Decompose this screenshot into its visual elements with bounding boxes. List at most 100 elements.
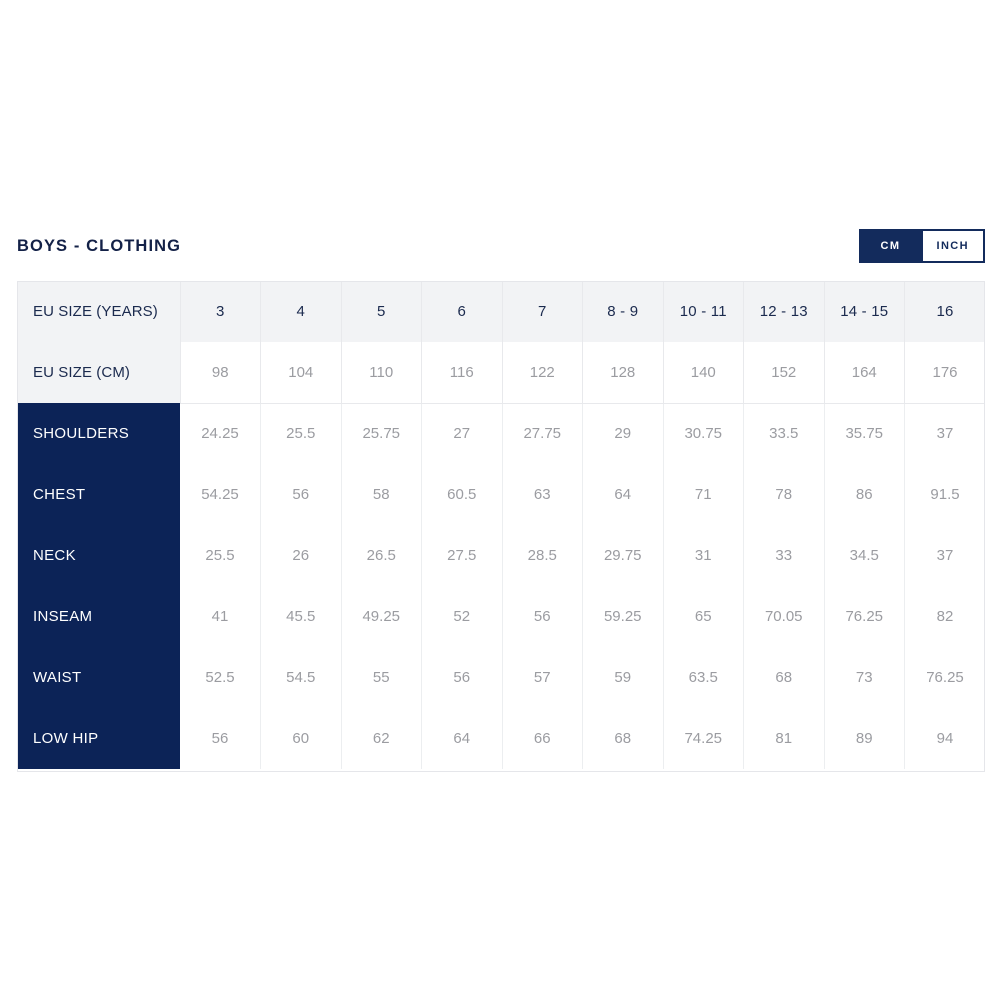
cell-low-hip-4: 64	[421, 708, 503, 769]
cell-chest-1: 54.25	[180, 464, 261, 525]
row-label-inseam: INSEAM	[17, 586, 180, 647]
cell-shoulders-7: 30.75	[663, 403, 744, 464]
cell-cm-10: 176	[904, 342, 985, 404]
cell-waist-4: 56	[421, 647, 503, 708]
row-label-waist: WAIST	[17, 647, 180, 708]
cell-waist-5: 57	[502, 647, 583, 708]
table-row-chest: CHEST 54.25 56 58 60.5 63 64 71 78 86 91…	[17, 464, 985, 525]
table-row-shoulders: SHOULDERS 24.25 25.5 25.75 27 27.75 29 3…	[17, 403, 985, 464]
cell-shoulders-9: 35.75	[824, 403, 905, 464]
cell-neck-4: 27.5	[421, 525, 503, 586]
cell-neck-9: 34.5	[824, 525, 905, 586]
cell-low-hip-6: 68	[582, 708, 664, 769]
cell-cm-4: 116	[421, 342, 503, 404]
cell-cm-8: 152	[743, 342, 825, 404]
cell-low-hip-5: 66	[502, 708, 583, 769]
table-row-neck: NECK 25.5 26 26.5 27.5 28.5 29.75 31 33 …	[17, 525, 985, 586]
cell-years-3: 5	[341, 281, 422, 342]
row-label-shoulders: SHOULDERS	[17, 403, 180, 464]
unit-toggle[interactable]: CM INCH	[858, 229, 985, 263]
cell-waist-3: 55	[341, 647, 422, 708]
chart-header: BOYS - CLOTHING CM INCH	[17, 226, 985, 266]
cell-neck-2: 26	[260, 525, 342, 586]
cell-shoulders-2: 25.5	[260, 403, 342, 464]
cell-years-1: 3	[180, 281, 261, 342]
cell-low-hip-9: 89	[824, 708, 905, 769]
cell-neck-8: 33	[743, 525, 825, 586]
cell-cm-7: 140	[663, 342, 744, 404]
cell-chest-4: 60.5	[421, 464, 503, 525]
cell-inseam-9: 76.25	[824, 586, 905, 647]
cell-years-8: 12 - 13	[743, 281, 825, 342]
cell-low-hip-2: 60	[260, 708, 342, 769]
unit-toggle-cm[interactable]: CM	[860, 231, 921, 261]
page-title: BOYS - CLOTHING	[17, 236, 182, 255]
cell-low-hip-3: 62	[341, 708, 422, 769]
cell-inseam-1: 41	[180, 586, 261, 647]
row-label-low-hip: LOW HIP	[17, 708, 180, 769]
cell-shoulders-4: 27	[421, 403, 503, 464]
cell-cm-1: 98	[180, 342, 261, 404]
cell-waist-1: 52.5	[180, 647, 261, 708]
cell-inseam-10: 82	[904, 586, 985, 647]
table-row-inseam: INSEAM 41 45.5 49.25 52 56 59.25 65 70.0…	[17, 586, 985, 647]
cell-inseam-6: 59.25	[582, 586, 664, 647]
cell-years-7: 10 - 11	[663, 281, 744, 342]
cell-chest-9: 86	[824, 464, 905, 525]
cell-inseam-8: 70.05	[743, 586, 825, 647]
cell-chest-3: 58	[341, 464, 422, 525]
size-chart-table: EU SIZE (YEARS) 3 4 5 6 7 8 - 9 10 - 11 …	[17, 281, 985, 769]
cell-years-2: 4	[260, 281, 342, 342]
cell-inseam-2: 45.5	[260, 586, 342, 647]
cell-cm-9: 164	[824, 342, 905, 404]
cell-chest-10: 91.5	[904, 464, 985, 525]
cell-chest-7: 71	[663, 464, 744, 525]
cell-cm-5: 122	[502, 342, 583, 404]
cell-low-hip-7: 74.25	[663, 708, 744, 769]
cell-years-9: 14 - 15	[824, 281, 905, 342]
cell-shoulders-10: 37	[904, 403, 985, 464]
table-row-eu-size-years: EU SIZE (YEARS) 3 4 5 6 7 8 - 9 10 - 11 …	[17, 281, 985, 342]
cell-inseam-7: 65	[663, 586, 744, 647]
cell-cm-3: 110	[341, 342, 422, 404]
cell-inseam-5: 56	[502, 586, 583, 647]
cell-waist-6: 59	[582, 647, 664, 708]
cell-chest-2: 56	[260, 464, 342, 525]
cell-neck-5: 28.5	[502, 525, 583, 586]
cell-waist-8: 68	[743, 647, 825, 708]
cell-neck-1: 25.5	[180, 525, 261, 586]
cell-chest-5: 63	[502, 464, 583, 525]
cell-waist-2: 54.5	[260, 647, 342, 708]
cell-inseam-4: 52	[421, 586, 503, 647]
cell-neck-3: 26.5	[341, 525, 422, 586]
table-row-eu-size-cm: EU SIZE (CM) 98 104 110 116 122 128 140 …	[17, 342, 985, 404]
row-label-neck: NECK	[17, 525, 180, 586]
cell-waist-10: 76.25	[904, 647, 985, 708]
cell-cm-6: 128	[582, 342, 664, 404]
cell-years-6: 8 - 9	[582, 281, 664, 342]
cell-chest-8: 78	[743, 464, 825, 525]
table-row-low-hip: LOW HIP 56 60 62 64 66 68 74.25 81 89 94	[17, 708, 985, 769]
cell-shoulders-6: 29	[582, 403, 664, 464]
row-label-eu-size-years: EU SIZE (YEARS)	[17, 281, 181, 342]
cell-low-hip-10: 94	[904, 708, 985, 769]
table-row-waist: WAIST 52.5 54.5 55 56 57 59 63.5 68 73 7…	[17, 647, 985, 708]
row-label-chest: CHEST	[17, 464, 180, 525]
cell-low-hip-1: 56	[180, 708, 261, 769]
cell-cm-2: 104	[260, 342, 342, 404]
cell-years-10: 16	[904, 281, 985, 342]
cell-years-5: 7	[502, 281, 583, 342]
size-chart-body: EU SIZE (YEARS) 3 4 5 6 7 8 - 9 10 - 11 …	[17, 281, 985, 769]
cell-years-4: 6	[421, 281, 503, 342]
cell-neck-6: 29.75	[582, 525, 664, 586]
cell-shoulders-1: 24.25	[180, 403, 261, 464]
row-label-eu-size-cm: EU SIZE (CM)	[17, 342, 181, 403]
cell-low-hip-8: 81	[743, 708, 825, 769]
cell-shoulders-8: 33.5	[743, 403, 825, 464]
unit-toggle-inch[interactable]: INCH	[920, 231, 983, 261]
cell-neck-7: 31	[663, 525, 744, 586]
cell-shoulders-5: 27.75	[502, 403, 583, 464]
cell-chest-6: 64	[582, 464, 664, 525]
cell-neck-10: 37	[904, 525, 985, 586]
cell-inseam-3: 49.25	[341, 586, 422, 647]
